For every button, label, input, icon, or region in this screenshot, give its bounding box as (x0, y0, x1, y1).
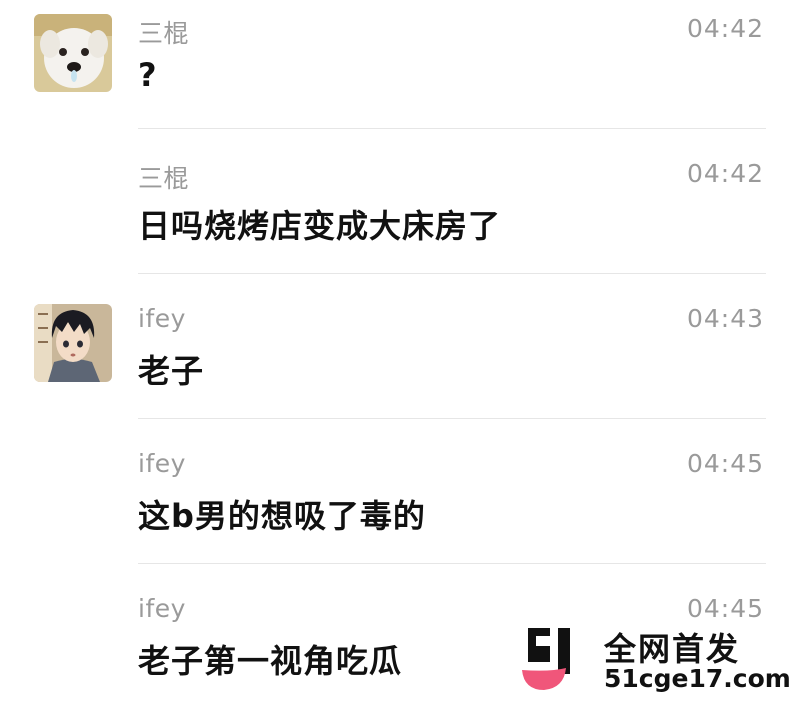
puppy-avatar-icon (34, 14, 112, 92)
sender-name: ifey (138, 594, 186, 623)
message-item[interactable]: ifey 04:45 这b男的想吸了毒的 (0, 435, 800, 580)
message-item[interactable]: ifey 04:43 老子 (0, 290, 800, 435)
sender-name: ifey (138, 449, 186, 478)
message-time: 04:43 (686, 304, 764, 333)
message-text: 老子第一视角吃瓜 (138, 642, 403, 680)
puppy-avatar[interactable] (34, 14, 112, 92)
divider (138, 273, 766, 274)
anime-boy-avatar[interactable] (34, 304, 112, 382)
site-logo-icon (522, 628, 570, 690)
divider (138, 128, 766, 129)
watermark: 全网首发 51cge17.com (520, 624, 791, 696)
message-time: 04:42 (686, 14, 764, 43)
message-text: ? (138, 56, 158, 94)
message-time: 04:45 (686, 594, 764, 623)
message-text: 这b男的想吸了毒的 (138, 497, 426, 535)
message-text: 老子 (138, 352, 205, 390)
message-time: 04:45 (686, 449, 764, 478)
message-text: 日吗烧烤店变成大床房了 (138, 207, 502, 245)
chat-message-list: 三棍 04:42 ? 三棍 04:42 日吗烧烤店变成大床房了 ifey 04:… (0, 0, 800, 705)
sender-name: 三棍 (138, 164, 190, 193)
anime-boy-avatar-icon (34, 304, 112, 382)
sender-name: 三棍 (138, 19, 190, 48)
message-item[interactable]: 三棍 04:42 ? (0, 0, 800, 145)
divider (138, 418, 766, 419)
message-time: 04:42 (686, 159, 764, 188)
message-item[interactable]: 三棍 04:42 日吗烧烤店变成大床房了 (0, 145, 800, 290)
sender-name: ifey (138, 304, 186, 333)
divider (138, 563, 766, 564)
watermark-url: 51cge17.com (604, 664, 791, 693)
